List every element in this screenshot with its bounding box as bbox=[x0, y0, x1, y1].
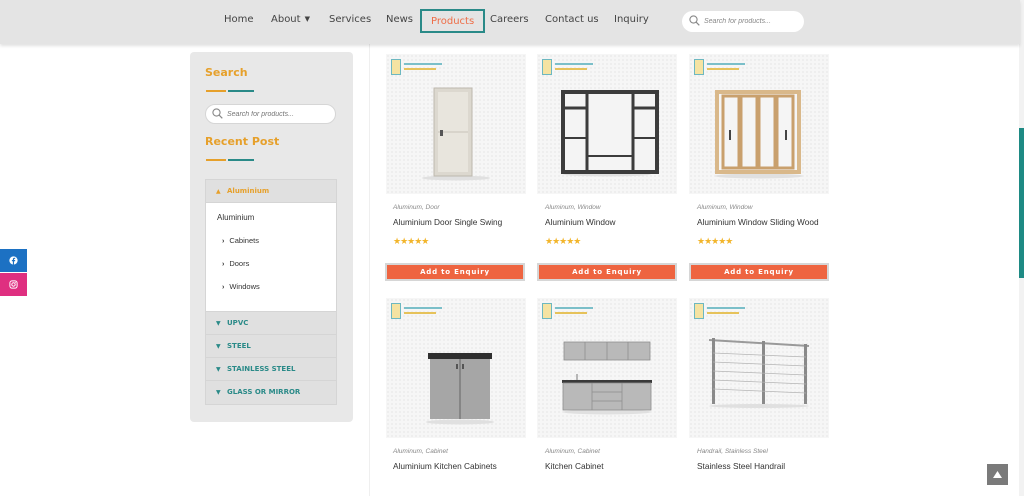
product-image[interactable] bbox=[386, 298, 526, 438]
product-category: Aluminum, Cabinet bbox=[393, 448, 448, 455]
accordion-header-steel[interactable]: ▼ STEEL bbox=[206, 335, 336, 358]
heading-underline bbox=[206, 159, 254, 161]
cabinet-image bbox=[426, 353, 494, 425]
nav-search-input[interactable] bbox=[704, 14, 799, 28]
nav-careers[interactable]: Careers bbox=[490, 14, 529, 25]
caret-down-icon: ▼ bbox=[216, 389, 221, 396]
product-category: Aluminum, Window bbox=[545, 204, 601, 211]
nav-about[interactable]: About ▼ bbox=[271, 14, 310, 25]
product-category: Aluminum, Cabinet bbox=[545, 448, 600, 455]
product-image[interactable] bbox=[537, 298, 677, 438]
product-category: Aluminum, Window bbox=[697, 204, 753, 211]
product-image[interactable] bbox=[689, 54, 829, 194]
door-image bbox=[422, 87, 490, 181]
accordion-header-aluminium[interactable]: ▲ Aluminium bbox=[206, 180, 336, 203]
arrow-up-icon bbox=[993, 471, 1002, 478]
category-link-label: Windows bbox=[229, 282, 260, 291]
recent-post-heading: Recent Post bbox=[205, 135, 280, 148]
product-name[interactable]: Aluminium Door Single Swing bbox=[393, 217, 502, 227]
product-image[interactable] bbox=[537, 54, 677, 194]
nav-search-box bbox=[682, 11, 804, 32]
product-image[interactable] bbox=[689, 298, 829, 438]
column-divider bbox=[369, 44, 370, 496]
product-name[interactable]: Stainless Steel Handrail bbox=[697, 461, 785, 471]
caret-down-icon: ▼ bbox=[216, 366, 221, 373]
product-category: Aluminum, Door bbox=[393, 204, 440, 211]
instagram-button[interactable] bbox=[0, 273, 27, 296]
product-name[interactable]: Aluminium Window Sliding Wood bbox=[697, 217, 819, 227]
chevron-right-icon: › bbox=[222, 238, 225, 245]
chevron-right-icon: › bbox=[222, 284, 225, 291]
top-navigation: Home About ▼ Services News Products Caree… bbox=[0, 0, 1020, 44]
nav-services[interactable]: Services bbox=[329, 14, 371, 25]
nav-home[interactable]: Home bbox=[224, 14, 254, 25]
search-heading: Search bbox=[205, 66, 248, 79]
heading-underline bbox=[206, 90, 254, 92]
category-link-doors[interactable]: › Doors bbox=[222, 259, 249, 268]
product-name[interactable]: Kitchen Cabinet bbox=[545, 461, 604, 471]
product-image[interactable] bbox=[386, 54, 526, 194]
category-link-cabinets[interactable]: › Cabinets bbox=[222, 236, 259, 245]
instagram-icon bbox=[9, 280, 18, 289]
category-link-aluminium[interactable]: Aluminium bbox=[217, 213, 254, 222]
handrail-image bbox=[708, 338, 810, 408]
nav-news[interactable]: News bbox=[386, 14, 413, 25]
accordion-header-glass-or-mirror[interactable]: ▼ GLASS OR MIRROR bbox=[206, 381, 336, 404]
rating-stars: ★★★★★ bbox=[545, 236, 581, 246]
chevron-right-icon: › bbox=[222, 261, 225, 268]
kitchen-set-image bbox=[562, 341, 652, 415]
page: Home About ▼ Services News Products Caree… bbox=[0, 0, 1024, 496]
accordion-label: Aluminium bbox=[227, 187, 270, 195]
sidebar: Search Recent Post ▲ Aluminium Aluminium bbox=[190, 52, 353, 422]
add-to-enquiry-button[interactable]: Add to Enquiry bbox=[689, 263, 829, 281]
category-link-label: Doors bbox=[229, 259, 250, 268]
nav-contact[interactable]: Contact us bbox=[545, 14, 599, 25]
product-category: Handrail, Stainless Steel bbox=[697, 448, 768, 455]
facebook-button[interactable] bbox=[0, 249, 27, 272]
accordion-label: GLASS OR MIRROR bbox=[227, 388, 301, 396]
product-name[interactable]: Aluminium Window bbox=[545, 217, 616, 227]
category-link-windows[interactable]: › Windows bbox=[222, 282, 260, 291]
window-image bbox=[561, 90, 659, 177]
sidebar-search-box bbox=[205, 104, 336, 124]
accordion-label: STAINLESS STEEL bbox=[227, 365, 296, 373]
rating-stars: ★★★★★ bbox=[393, 236, 429, 246]
back-to-top-button[interactable] bbox=[987, 464, 1008, 485]
chevron-down-icon: ▼ bbox=[304, 15, 310, 23]
scrollbar-thumb[interactable] bbox=[1019, 128, 1024, 278]
sidebar-search-input[interactable] bbox=[227, 108, 332, 121]
sliding-window-image bbox=[715, 90, 803, 179]
caret-down-icon: ▼ bbox=[216, 320, 221, 327]
accordion-label: UPVC bbox=[227, 319, 249, 327]
nav-products[interactable]: Products bbox=[420, 9, 486, 33]
nav-inquiry[interactable]: Inquiry bbox=[614, 14, 649, 25]
caret-down-icon: ▼ bbox=[216, 343, 221, 350]
category-link-label: Cabinets bbox=[229, 236, 259, 245]
accordion-panel: Aluminium › Cabinets › Doors › Windows bbox=[206, 203, 336, 312]
facebook-icon bbox=[9, 256, 18, 265]
accordion-label: STEEL bbox=[227, 342, 251, 350]
rating-stars: ★★★★★ bbox=[697, 236, 733, 246]
category-accordion: ▲ Aluminium Aluminium › Cabinets › Doors ›… bbox=[205, 179, 337, 405]
product-name[interactable]: Aluminium Kitchen Cabinets bbox=[393, 461, 497, 471]
search-icon bbox=[212, 108, 223, 119]
add-to-enquiry-button[interactable]: Add to Enquiry bbox=[385, 263, 525, 281]
nav-about-label: About bbox=[271, 14, 301, 25]
accordion-header-upvc[interactable]: ▼ UPVC bbox=[206, 312, 336, 335]
search-icon bbox=[689, 15, 700, 26]
add-to-enquiry-button[interactable]: Add to Enquiry bbox=[537, 263, 677, 281]
caret-up-icon: ▲ bbox=[216, 188, 221, 195]
accordion-header-stainless-steel[interactable]: ▼ STAINLESS STEEL bbox=[206, 358, 336, 381]
